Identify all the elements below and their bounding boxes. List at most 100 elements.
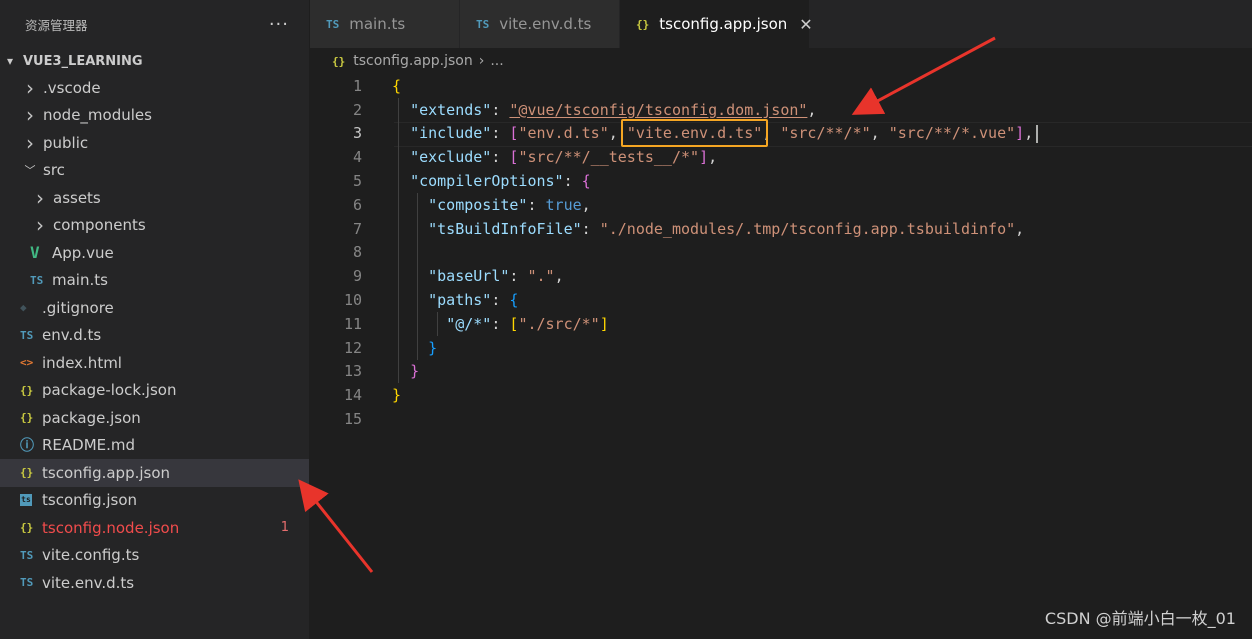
explorer-title: 资源管理器 (25, 17, 88, 33)
code-token: "composite" (428, 195, 528, 214)
code-line[interactable]: 4 "exclude": ["src/**/__tests__/*"], (310, 145, 1252, 169)
html-icon: <> (20, 356, 34, 370)
workspace-root[interactable]: ▾ VUE3_LEARNING (0, 48, 309, 74)
code-token: : (509, 267, 528, 286)
watermark: CSDN @前端小白一枚_01 (1044, 609, 1236, 628)
code-line[interactable]: 2 "extends": "@vue/tsconfig/tsconfig.dom… (310, 98, 1252, 122)
code-token: { (509, 291, 519, 310)
tree-item-package-json[interactable]: {} package.json (0, 404, 309, 432)
breadcrumb-rest[interactable]: ... (490, 53, 503, 69)
code-line[interactable]: 10 "paths": { (310, 288, 1252, 312)
breadcrumb-file[interactable]: tsconfig.app.json (353, 53, 473, 69)
breadcrumb: {} tsconfig.app.json › ... (310, 48, 1252, 74)
code-token: , (554, 267, 564, 286)
code-line[interactable]: 13 } (310, 360, 1252, 384)
tree-item-label: env.d.ts (42, 326, 102, 345)
code-line[interactable]: 12 } (310, 336, 1252, 360)
line-number: 13 (343, 362, 362, 381)
indent-guide (398, 97, 399, 384)
code-token: "./src/*" (518, 314, 600, 333)
code-line[interactable]: 11 "@/*": ["./src/*"] (310, 312, 1252, 336)
chevron-down-icon: ﹀ (24, 164, 36, 178)
chevron-down-icon: ▾ (7, 54, 14, 68)
line-number: 4 (352, 148, 362, 167)
tree-item-label: assets (53, 188, 101, 207)
code-token: ] (599, 314, 609, 333)
tree-item-tsconfig-json[interactable]: ts tsconfig.json (0, 487, 309, 515)
typescript-icon: TS (20, 328, 34, 342)
code-token: "./node_modules/.tmp/tsconfig.app.tsbuil… (599, 219, 1016, 238)
tree-item-vscode[interactable]: › .vscode (0, 74, 309, 102)
code-line[interactable]: 5 "compilerOptions": { (310, 169, 1252, 193)
tree-item-label: tsconfig.node.json (42, 518, 180, 537)
code-token: , (1015, 219, 1025, 238)
line-number: 3 (352, 124, 362, 143)
close-icon[interactable]: ✕ (799, 15, 812, 34)
tree-item-label: .vscode (43, 78, 101, 97)
code-text: "@/*": ["./src/*"] (392, 315, 609, 333)
line-number: 2 (352, 100, 362, 119)
code-token: "tsBuildInfoFile" (428, 219, 582, 238)
line-number: 10 (343, 291, 362, 310)
code-line[interactable]: 3 "include": ["env.d.ts", "vite.env.d.ts… (310, 119, 1252, 148)
code-text: "tsBuildInfoFile": "./node_modules/.tmp/… (392, 220, 1024, 238)
code-line[interactable]: 14} (310, 383, 1252, 407)
tree-item-tsconfig-node-json[interactable]: {} tsconfig.node.json 1 (0, 514, 309, 542)
typescript-icon: TS (20, 576, 34, 590)
breadcrumb-separator: › (478, 53, 485, 69)
tree-item-node-modules[interactable]: › node_modules (0, 102, 309, 130)
chevron-right-icon: › (36, 185, 44, 210)
tree-item-tsconfig-app-json[interactable]: {} tsconfig.app.json (0, 459, 309, 487)
tab-label: tsconfig.app.json (659, 15, 788, 33)
code-token: "." (527, 267, 555, 286)
tree-item-main-ts[interactable]: TS main.ts (0, 267, 309, 295)
code-token: : (563, 172, 582, 191)
code-token: , (708, 148, 718, 167)
code-line[interactable]: 1{ (310, 74, 1252, 98)
tree-item-env-d-ts[interactable]: TS env.d.ts (0, 322, 309, 350)
tree-item-index-html[interactable]: <> index.html (0, 349, 309, 377)
code-token: "compilerOptions" (410, 172, 564, 191)
tree-item-readme-md[interactable]: ⓘ README.md (0, 432, 309, 460)
typescript-icon: TS (30, 273, 44, 287)
code-line[interactable]: 7 "tsBuildInfoFile": "./node_modules/.tm… (310, 217, 1252, 241)
code-token: : (581, 219, 600, 238)
indent-guide (417, 193, 418, 360)
json-icon: {} (332, 54, 346, 68)
code-editor[interactable]: 1{2 "extends": "@vue/tsconfig/tsconfig.d… (310, 74, 1252, 431)
tree-item-label: components (53, 216, 146, 235)
problem-count-badge: 1 (280, 520, 289, 536)
tree-item-vite-env-d-ts[interactable]: TS vite.env.d.ts (0, 569, 309, 597)
tree-item-components[interactable]: › components (0, 212, 309, 240)
text-cursor (1036, 124, 1039, 143)
tree-item-vite-config-ts[interactable]: TS vite.config.ts (0, 542, 309, 570)
code-token: { (392, 76, 402, 95)
json-icon: {} (20, 466, 34, 480)
code-line[interactable]: 15 (310, 407, 1252, 431)
tree-item-label: vite.config.ts (42, 546, 140, 565)
tree-item-package-lock-json[interactable]: {} package-lock.json (0, 377, 309, 405)
vue-icon: V (30, 243, 40, 263)
tab-main-ts[interactable]: TS main.ts (310, 0, 460, 48)
typescript-icon: TS (20, 548, 34, 562)
tree-item-app-vue[interactable]: V App.vue (0, 239, 309, 267)
tree-item-public[interactable]: › public (0, 129, 309, 157)
more-actions-icon[interactable]: ··· (269, 14, 289, 35)
tree-item-src[interactable]: ﹀ src (0, 157, 309, 185)
code-line[interactable]: 9 "baseUrl": ".", (310, 264, 1252, 288)
code-token: "src/**/__tests__/*" (518, 148, 700, 167)
tree-item-gitignore[interactable]: ◆ .gitignore (0, 294, 309, 322)
code-token: "@/*" (446, 314, 492, 333)
code-token: } (428, 338, 438, 357)
code-line[interactable]: 8 (310, 241, 1252, 265)
code-line[interactable]: 6 "composite": true, (310, 193, 1252, 217)
code-token: } (392, 386, 402, 405)
code-token: , (581, 195, 591, 214)
tree-item-assets[interactable]: › assets (0, 184, 309, 212)
tab-label: vite.env.d.ts (499, 15, 592, 33)
code-token: "@vue/tsconfig/tsconfig.dom.json" (509, 100, 808, 119)
tab-tsconfig-app-json[interactable]: {} tsconfig.app.json ✕ (620, 0, 813, 48)
tab-vite-env-d-ts[interactable]: TS vite.env.d.ts (460, 0, 620, 48)
json-icon: {} (20, 411, 34, 425)
